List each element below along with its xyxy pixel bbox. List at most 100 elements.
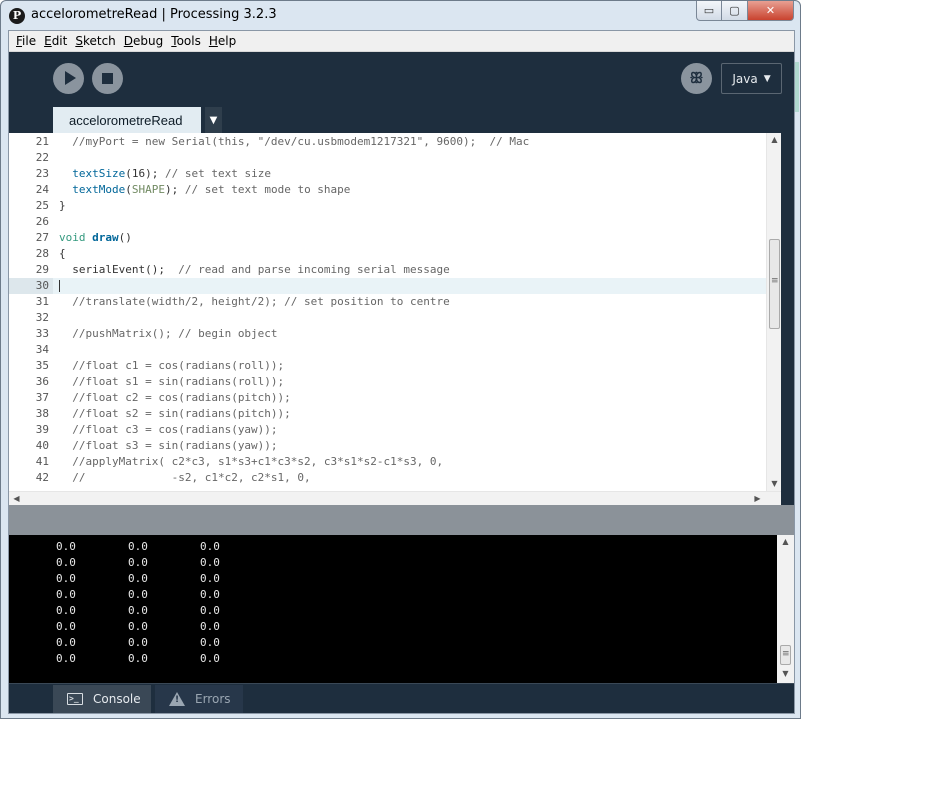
tab-errors[interactable]: Errors [155,685,243,713]
console-line: 0.0 0.0 0.0 [56,571,272,587]
code-line[interactable]: 40 //float s3 = sin(radians(yaw)); [9,438,766,454]
code-line[interactable]: 22 [9,150,766,166]
console-value: 0.0 [200,604,220,617]
line-number: 26 [35,215,49,228]
close-button[interactable]: ✕ [748,1,794,21]
code-line[interactable]: 30 [9,278,766,294]
code-line[interactable]: 41 //applyMatrix( c2*c3, s1*s3+c1*c3*s2,… [9,454,766,470]
console-line: 0.0 0.0 0.0 [56,539,272,555]
code-line[interactable]: 24 textMode(SHAPE); // set text mode to … [9,182,766,198]
line-number: 25 [35,199,49,212]
menu-bar: File Edit Sketch Debug Tools Help [9,31,794,52]
menu-tools[interactable]: Tools [167,34,205,48]
scroll-down-arrow-icon[interactable]: ▼ [767,477,781,491]
editor-horizontal-scrollbar[interactable]: ◀ ▶ [9,491,781,505]
menu-debug[interactable]: Debug [120,34,167,48]
maximize-button[interactable]: ▢ [722,1,748,21]
code-line[interactable]: 21 //myPort = new Serial(this, "/dev/cu.… [9,134,766,150]
code-line[interactable]: 23 textSize(16); // set text size [9,166,766,182]
code-text: //float c2 = cos(radians(pitch)); [72,391,291,404]
console-scroll-up-icon[interactable]: ▲ [778,535,793,549]
code-line[interactable]: 25} [9,198,766,214]
code-line[interactable]: 28 { [9,246,766,262]
console-scroll-thumb[interactable] [780,645,791,665]
minimize-button[interactable]: ▭ [696,1,722,21]
run-button[interactable] [53,63,84,94]
code-line[interactable]: 31 //translate(width/2, height/2); // se… [9,294,766,310]
editor-console-divider[interactable] [9,505,794,535]
menu-edit-mnemonic: E [44,34,52,48]
scroll-up-arrow-icon[interactable]: ▲ [767,133,781,147]
console-value: 0.0 [56,620,76,633]
menu-debug-mnemonic: D [123,34,134,48]
code-text: { [59,247,66,260]
sketch-tab-row: accelorometreRead ▼ [9,107,794,133]
code-text: //float s1 = sin(radians(roll)); [72,375,285,388]
menu-sketch[interactable]: Sketch [71,34,119,48]
console-line: 0.0 0.0 0.0 [56,635,272,651]
code-line[interactable]: 39 //float c3 = cos(radians(yaw)); [9,422,766,438]
code-text: textSize(16); // set text size [72,167,271,180]
code-text: //pushMatrix(); // begin object [72,327,278,340]
line-number: 31 [35,295,49,308]
line-number: 30 [9,278,53,294]
scroll-left-arrow-icon[interactable]: ◀ [9,492,24,506]
editor-vertical-scrollbar[interactable]: ▲ ▼ [766,133,781,491]
code-text: //applyMatrix( c2*c3, s1*s3+c1*c3*s2, c3… [72,455,444,468]
text-caret [59,280,60,292]
stop-button[interactable] [92,63,123,94]
console-line: 0.0 0.0 0.0 [56,555,272,571]
tab-menu-button[interactable]: ▼ [205,107,222,133]
menu-help-mnemonic: H [208,34,218,48]
code-line[interactable]: 34 [9,342,766,358]
code-text: // -s2, c1*c2, c2*s1, 0, [72,471,311,484]
line-number: 38 [35,407,49,420]
menu-edit[interactable]: Edit [40,34,71,48]
chevron-down-icon: ▼ [763,73,771,84]
console-value: 0.0 [200,572,220,585]
menu-help[interactable]: Help [205,34,240,48]
line-number: 21 [35,135,49,148]
editor-scroll-thumb[interactable] [769,239,780,329]
console-scrollbar[interactable]: ▲ ▼ [777,535,794,683]
code-text: } [59,199,66,212]
tab-console[interactable]: >_ Console [53,685,151,713]
menu-file[interactable]: File [12,34,40,48]
code-line[interactable]: 33 //pushMatrix(); // begin object [9,326,766,342]
code-line[interactable]: 32 [9,310,766,326]
line-number: 37 [35,391,49,404]
tab-accelorometreread[interactable]: accelorometreRead [53,107,201,133]
menu-edit-label: dit [51,34,68,48]
code-line[interactable]: 38 //float s2 = sin(radians(pitch)); [9,406,766,422]
code-line[interactable]: 36 //float s1 = sin(radians(roll)); [9,374,766,390]
code-line[interactable]: 26 [9,214,766,230]
app-client-area: File Edit Sketch Debug Tools Help ꕥ Java… [8,30,795,714]
console-value: 0.0 [56,572,76,585]
code-line[interactable]: 27 void draw() [9,230,766,246]
code-line[interactable]: 42 // -s2, c1*c2, c2*s1, 0, [9,470,766,486]
code-editor[interactable]: 21 //myPort = new Serial(this, "/dev/cu.… [9,133,781,491]
footer-tab-bar: >_ Console Errors [9,683,794,713]
code-line[interactable]: 29 serialEvent(); // read and parse inco… [9,262,766,278]
processing-logo-icon: P [9,8,25,24]
console-scroll-down-icon[interactable]: ▼ [778,667,793,681]
line-number: 22 [35,151,49,164]
window-controls: ▭ ▢ ✕ [696,1,794,21]
console-line: 0.0 0.0 0.0 [56,619,272,635]
processing-window: P accelorometreRead | Processing 3.2.3 ▭… [0,0,801,719]
code-line[interactable]: 37 //float c2 = cos(radians(pitch)); [9,390,766,406]
line-number: 29 [35,263,49,276]
menu-sketch-mnemonic: S [75,34,83,48]
line-number: 24 [35,183,49,196]
console-value: 0.0 [128,540,148,553]
terminal-icon: >_ [67,693,83,705]
title-bar[interactable]: P accelorometreRead | Processing 3.2.3 ▭… [1,1,800,29]
line-number: 23 [35,167,49,180]
menu-debug-label: ebug [133,34,164,48]
butterfly-icon: ꕥ [689,69,704,87]
debugger-button[interactable]: ꕥ [681,63,712,94]
tab-errors-label: Errors [195,692,231,706]
mode-selector[interactable]: Java ▼ [721,63,782,94]
scroll-right-arrow-icon[interactable]: ▶ [750,492,765,506]
code-line[interactable]: 35 //float c1 = cos(radians(roll)); [9,358,766,374]
